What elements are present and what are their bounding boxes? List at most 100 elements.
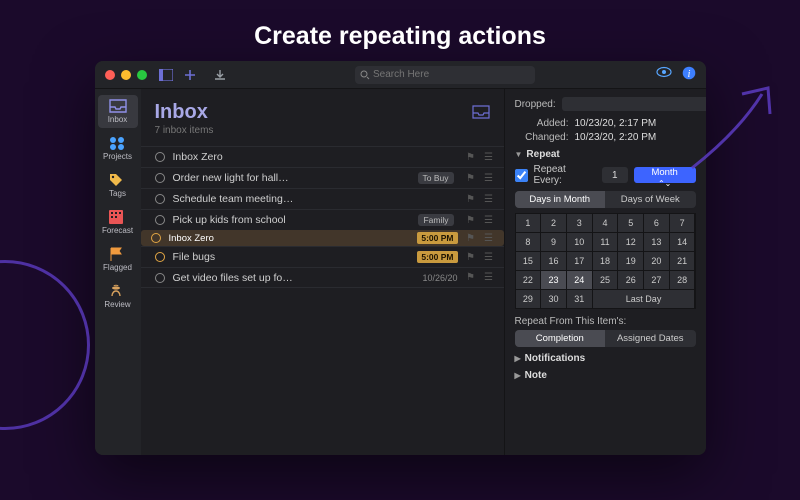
note-icon[interactable]: ☰: [484, 252, 494, 263]
calendar-day[interactable]: 10: [567, 233, 592, 251]
repeat-every-checkbox[interactable]: [515, 169, 528, 182]
calendar-day[interactable]: 6: [644, 214, 669, 232]
calendar-day[interactable]: 8: [516, 233, 541, 251]
seg-days-of-week[interactable]: Days of Week: [605, 191, 696, 208]
task-checkbox[interactable]: [155, 215, 165, 225]
task-checkbox[interactable]: [155, 273, 165, 283]
add-icon[interactable]: [181, 66, 199, 84]
calendar-day[interactable]: 18: [593, 252, 618, 270]
seg-days-in-month[interactable]: Days in Month: [515, 191, 606, 208]
dropped-label: Dropped:: [515, 99, 556, 110]
calendar-day[interactable]: 29: [516, 290, 541, 308]
calendar-day[interactable]: 12: [618, 233, 643, 251]
calendar-day[interactable]: 30: [541, 290, 566, 308]
flag-icon[interactable]: ⚑: [466, 252, 476, 263]
task-checkbox[interactable]: [155, 194, 165, 204]
calendar-day[interactable]: 24: [567, 271, 592, 289]
traffic-lights[interactable]: [105, 70, 147, 80]
inbox-icon: [109, 99, 127, 113]
download-icon[interactable]: [211, 66, 229, 84]
note-section-header[interactable]: ▶Note: [515, 370, 696, 381]
task-checkbox[interactable]: [155, 152, 165, 162]
task-checkbox[interactable]: [155, 252, 165, 262]
sidebar-item-inbox[interactable]: Inbox: [98, 95, 138, 128]
task-row[interactable]: Get video files set up fo…10/26/20⚑☰: [141, 267, 504, 288]
calendar-day[interactable]: 17: [567, 252, 592, 270]
view-icon[interactable]: [656, 66, 672, 83]
note-icon[interactable]: ☰: [484, 152, 494, 163]
calendar-day[interactable]: 3: [567, 214, 592, 232]
note-icon[interactable]: ☰: [484, 173, 494, 184]
calendar-last-day[interactable]: Last Day: [593, 290, 695, 308]
repeat-mode-segmented[interactable]: Days in Month Days of Week: [515, 191, 696, 208]
notifications-section-header[interactable]: ▶Notifications: [515, 353, 696, 364]
page-title: Create repeating actions: [0, 22, 800, 51]
calendar-day[interactable]: 13: [644, 233, 669, 251]
minimize-icon[interactable]: [121, 70, 131, 80]
task-title: Pick up kids from school: [173, 214, 411, 226]
repeat-every-value[interactable]: [602, 167, 628, 183]
sidebar-item-tags[interactable]: Tags: [98, 169, 138, 202]
task-checkbox[interactable]: [151, 233, 161, 243]
flag-icon[interactable]: ⚑: [466, 272, 476, 283]
zoom-icon[interactable]: [137, 70, 147, 80]
layout-icon[interactable]: [157, 66, 175, 84]
task-row[interactable]: Inbox Zero5:00 PM⚑☰: [141, 230, 504, 246]
task-checkbox[interactable]: [155, 173, 165, 183]
note-icon[interactable]: ☰: [484, 215, 494, 226]
task-row[interactable]: File bugs5:00 PM⚑☰: [141, 246, 504, 267]
note-icon[interactable]: ☰: [484, 272, 494, 283]
calendar-day[interactable]: 16: [541, 252, 566, 270]
search-input[interactable]: [355, 66, 535, 84]
flag-icon[interactable]: ⚑: [466, 194, 476, 205]
sidebar-item-label: Tags: [109, 189, 126, 198]
calendar-day[interactable]: 9: [541, 233, 566, 251]
calendar-day[interactable]: 23: [541, 271, 566, 289]
task-row[interactable]: Order new light for hall…To Buy⚑☰: [141, 167, 504, 188]
task-row[interactable]: Pick up kids from schoolFamily⚑☰: [141, 209, 504, 230]
note-icon[interactable]: ☰: [484, 233, 494, 244]
flag-icon[interactable]: ⚑: [466, 173, 476, 184]
sidebar-item-projects[interactable]: Projects: [98, 132, 138, 165]
page-hero: Create repeating actions: [0, 0, 800, 61]
inspector: Dropped: Added:10/23/20, 2:17 PM Changed…: [504, 89, 706, 455]
calendar-day[interactable]: 25: [593, 271, 618, 289]
calendar-day[interactable]: 26: [618, 271, 643, 289]
sidebar: Inbox Projects Tags Forecast Flagged Review: [95, 89, 141, 455]
calendar-day[interactable]: 31: [567, 290, 592, 308]
repeat-from-segmented[interactable]: Completion Assigned Dates: [515, 330, 696, 347]
sidebar-item-review[interactable]: Review: [98, 280, 138, 313]
calendar-day[interactable]: 28: [670, 271, 695, 289]
sidebar-item-label: Forecast: [102, 226, 133, 235]
calendar-day[interactable]: 22: [516, 271, 541, 289]
task-row[interactable]: Schedule team meeting…⚑☰: [141, 188, 504, 209]
seg-assigned-dates[interactable]: Assigned Dates: [605, 330, 696, 347]
app-window: i InboxProjectsTagsForecastFlaggedReview…: [95, 61, 706, 455]
inbox-tray-icon[interactable]: [472, 105, 490, 122]
calendar-day[interactable]: 2: [541, 214, 566, 232]
calendar-grid[interactable]: 1234567891011121314151617181920212223242…: [515, 213, 696, 309]
due-date: 10/26/20: [422, 273, 457, 283]
note-icon[interactable]: ☰: [484, 194, 494, 205]
calendar-day[interactable]: 15: [516, 252, 541, 270]
calendar-day[interactable]: 14: [670, 233, 695, 251]
close-icon[interactable]: [105, 70, 115, 80]
flag-icon[interactable]: ⚑: [466, 152, 476, 163]
calendar-day[interactable]: 21: [670, 252, 695, 270]
calendar-day[interactable]: 20: [644, 252, 669, 270]
calendar-day[interactable]: 7: [670, 214, 695, 232]
calendar-day[interactable]: 27: [644, 271, 669, 289]
calendar-day[interactable]: 5: [618, 214, 643, 232]
sidebar-item-forecast[interactable]: Forecast: [98, 206, 138, 239]
calendar-day[interactable]: 1: [516, 214, 541, 232]
calendar-day[interactable]: 4: [593, 214, 618, 232]
sidebar-item-flagged[interactable]: Flagged: [98, 243, 138, 276]
flag-icon[interactable]: ⚑: [466, 233, 476, 244]
flag-icon[interactable]: ⚑: [466, 215, 476, 226]
calendar-day[interactable]: 11: [593, 233, 618, 251]
calendar-day[interactable]: 19: [618, 252, 643, 270]
seg-completion[interactable]: Completion: [515, 330, 606, 347]
decorative-arrow: [678, 72, 788, 182]
task-row[interactable]: Inbox Zero⚑☰: [141, 146, 504, 167]
repeat-section-header[interactable]: ▼Repeat: [515, 149, 696, 160]
